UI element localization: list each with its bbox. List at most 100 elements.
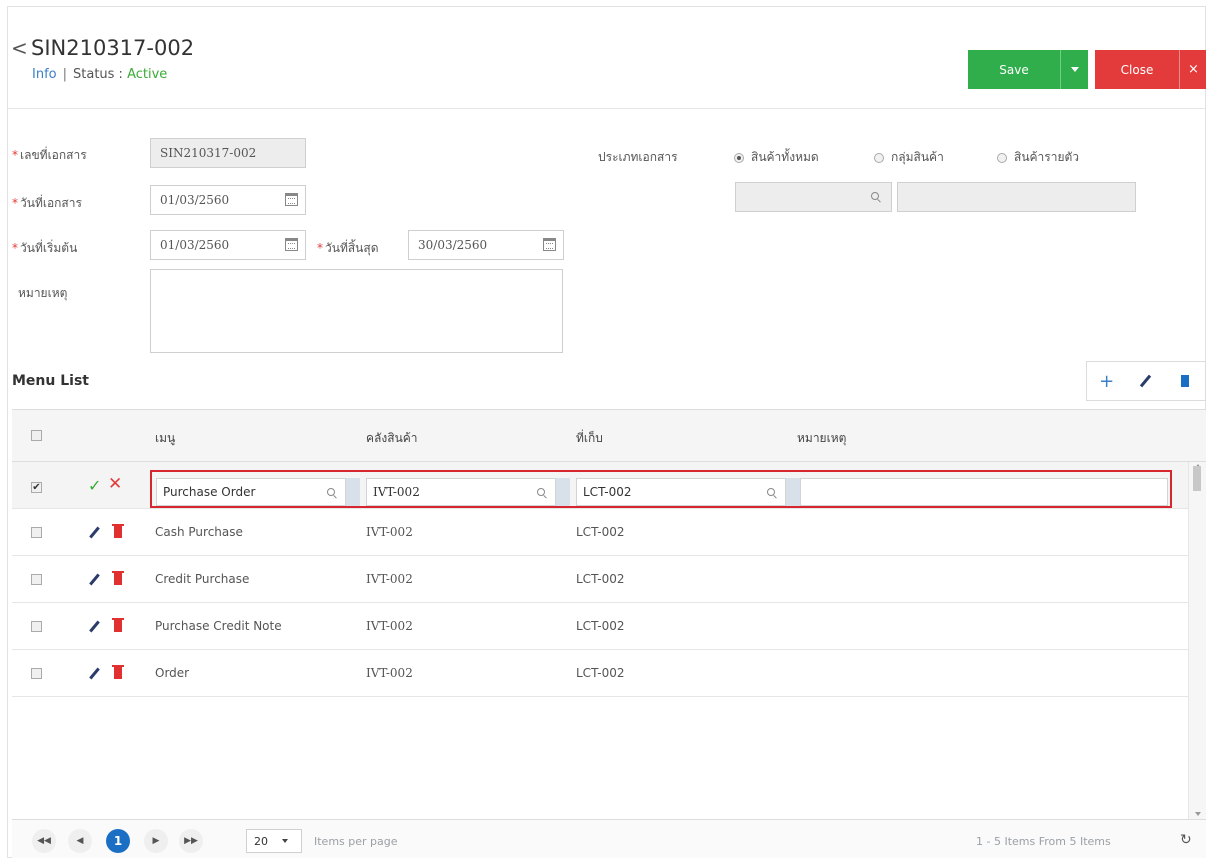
edit-pencil-icon[interactable]	[89, 573, 100, 586]
add-row-button[interactable]: +	[1087, 362, 1126, 400]
doc-type-label: ประเภทเอกสาร	[598, 150, 678, 164]
product-code-lookup[interactable]	[735, 182, 892, 212]
table-row[interactable]: Cash Purchase IVT-002 LCT-002	[12, 509, 1188, 556]
page-header: < SIN210317-002 Info | Status : Active Sav…	[8, 7, 1206, 109]
end-date-field[interactable]: 30/03/2560	[408, 230, 564, 260]
cell-menu: Order	[155, 666, 190, 680]
grid-header: เมนู คลังสินค้า ที่เก็บ หมายเหตุ	[12, 410, 1206, 462]
prev-page-button[interactable]: ◀	[68, 829, 92, 853]
scroll-down-icon[interactable]	[1195, 812, 1201, 816]
menu-list-title: Menu List	[12, 373, 89, 389]
cell-menu: Credit Purchase	[155, 572, 250, 586]
product-name-field	[897, 182, 1136, 212]
radio-icon	[874, 152, 884, 163]
cell-location: LCT-002	[576, 525, 625, 539]
start-date-field[interactable]: 01/03/2560	[150, 230, 306, 260]
grid-pager: ◀◀ ◀ 1 ▶ ▶▶ 20 Items per page 1 - 5 Item…	[12, 819, 1206, 858]
search-icon[interactable]	[327, 488, 337, 498]
delete-trash-icon[interactable]	[112, 524, 124, 538]
search-icon[interactable]	[537, 488, 547, 498]
close-x-button[interactable]: ×	[1179, 50, 1206, 89]
column-header-menu[interactable]: เมนู	[155, 429, 175, 448]
cell-menu: Cash Purchase	[155, 525, 243, 539]
doc-date-label: * วันที่เอกสาร	[12, 196, 82, 210]
plus-icon: +	[1099, 370, 1115, 392]
page-button-current[interactable]: 1	[106, 829, 130, 853]
calendar-icon[interactable]	[285, 193, 298, 206]
calendar-icon[interactable]	[285, 238, 298, 251]
column-header-remark[interactable]: หมายเหตุ	[797, 429, 846, 448]
save-dropdown-button[interactable]	[1060, 50, 1088, 89]
divider	[786, 478, 800, 506]
items-per-page-label: Items per page	[314, 835, 398, 848]
radio-selected-icon	[734, 152, 744, 163]
caret-down-icon	[1070, 67, 1079, 72]
column-header-warehouse[interactable]: คลังสินค้า	[366, 429, 418, 448]
page-size-select[interactable]: 20	[246, 829, 302, 853]
last-page-button[interactable]: ▶▶	[179, 829, 203, 853]
doc-no-field: SIN210317-002	[150, 138, 306, 168]
close-button[interactable]: Close	[1095, 50, 1179, 89]
delete-row-button[interactable]	[1166, 362, 1205, 400]
edit-pencil-icon[interactable]	[89, 620, 100, 633]
remark-textarea[interactable]	[150, 269, 563, 353]
grid-toolbar: +	[1086, 361, 1206, 401]
edit-row-button[interactable]	[1126, 362, 1165, 400]
delete-trash-icon[interactable]	[112, 618, 124, 632]
scroll-thumb[interactable]	[1193, 466, 1201, 491]
radio-all-products[interactable]: สินค้าทั้งหมด	[734, 148, 819, 167]
cancel-x-icon[interactable]: ✕	[108, 474, 122, 494]
first-page-button[interactable]: ◀◀	[32, 829, 56, 853]
warehouse-input[interactable]: IVT-002	[366, 478, 556, 506]
delete-trash-icon[interactable]	[112, 665, 124, 679]
divider	[556, 478, 570, 506]
column-header-location[interactable]: ที่เก็บ	[576, 429, 603, 448]
row-checkbox[interactable]	[31, 527, 42, 538]
edit-row-highlight: Purchase Order IVT-002 LCT-002	[150, 470, 1172, 508]
edit-pencil-icon[interactable]	[89, 667, 100, 680]
calendar-icon[interactable]	[543, 238, 556, 251]
search-icon[interactable]	[767, 488, 777, 498]
remark-label: หมายเหตุ	[18, 286, 68, 300]
refresh-icon[interactable]: ↻	[1180, 832, 1192, 848]
select-all-checkbox[interactable]	[31, 430, 42, 441]
cell-warehouse: IVT-002	[366, 572, 413, 586]
cell-location: LCT-002	[576, 572, 625, 586]
row-checkbox[interactable]	[31, 668, 42, 679]
cell-location: LCT-002	[576, 666, 625, 680]
end-date-label: * วันที่สิ้นสุด	[317, 241, 379, 255]
location-input[interactable]: LCT-002	[576, 478, 786, 506]
table-row[interactable]: Order IVT-002 LCT-002	[12, 650, 1188, 697]
delete-trash-icon[interactable]	[112, 571, 124, 585]
doc-date-field[interactable]: 01/03/2560	[150, 185, 306, 215]
info-link[interactable]: Info	[32, 67, 57, 82]
cell-location: LCT-002	[576, 619, 625, 633]
radio-single-product[interactable]: สินค้ารายตัว	[997, 148, 1079, 167]
page-title: SIN210317-002	[31, 36, 195, 60]
row-checkbox[interactable]	[31, 621, 42, 632]
separator: |	[62, 67, 67, 82]
menu-input[interactable]: Purchase Order	[156, 478, 346, 506]
divider	[346, 478, 360, 506]
start-date-label: * วันที่เริ่มต้น	[12, 241, 78, 255]
doc-no-label: * เลขที่เอกสาร	[12, 148, 87, 162]
back-chevron-icon[interactable]: <	[11, 36, 28, 60]
status-value: Active	[127, 67, 168, 82]
confirm-check-icon[interactable]: ✓	[88, 476, 101, 495]
row-checkbox-checked[interactable]: ✔	[31, 482, 42, 493]
cell-warehouse: IVT-002	[366, 525, 413, 539]
remark-input[interactable]	[800, 478, 1168, 506]
document-window: < SIN210317-002 Info | Status : Active Sav…	[7, 6, 1206, 858]
radio-product-group[interactable]: กลุ่มสินค้า	[874, 148, 944, 167]
pager-summary: 1 - 5 Items From 5 Items	[976, 835, 1111, 848]
save-button[interactable]: Save	[968, 50, 1060, 89]
status-line: Info | Status : Active	[32, 67, 167, 82]
grid-vertical-scrollbar[interactable]	[1188, 462, 1206, 820]
row-checkbox[interactable]	[31, 574, 42, 585]
search-icon[interactable]	[871, 192, 881, 202]
next-page-button[interactable]: ▶	[144, 829, 168, 853]
edit-pencil-icon[interactable]	[89, 526, 100, 539]
status-label: Status :	[73, 67, 123, 82]
table-row[interactable]: Purchase Credit Note IVT-002 LCT-002	[12, 603, 1188, 650]
table-row[interactable]: Credit Purchase IVT-002 LCT-002	[12, 556, 1188, 603]
